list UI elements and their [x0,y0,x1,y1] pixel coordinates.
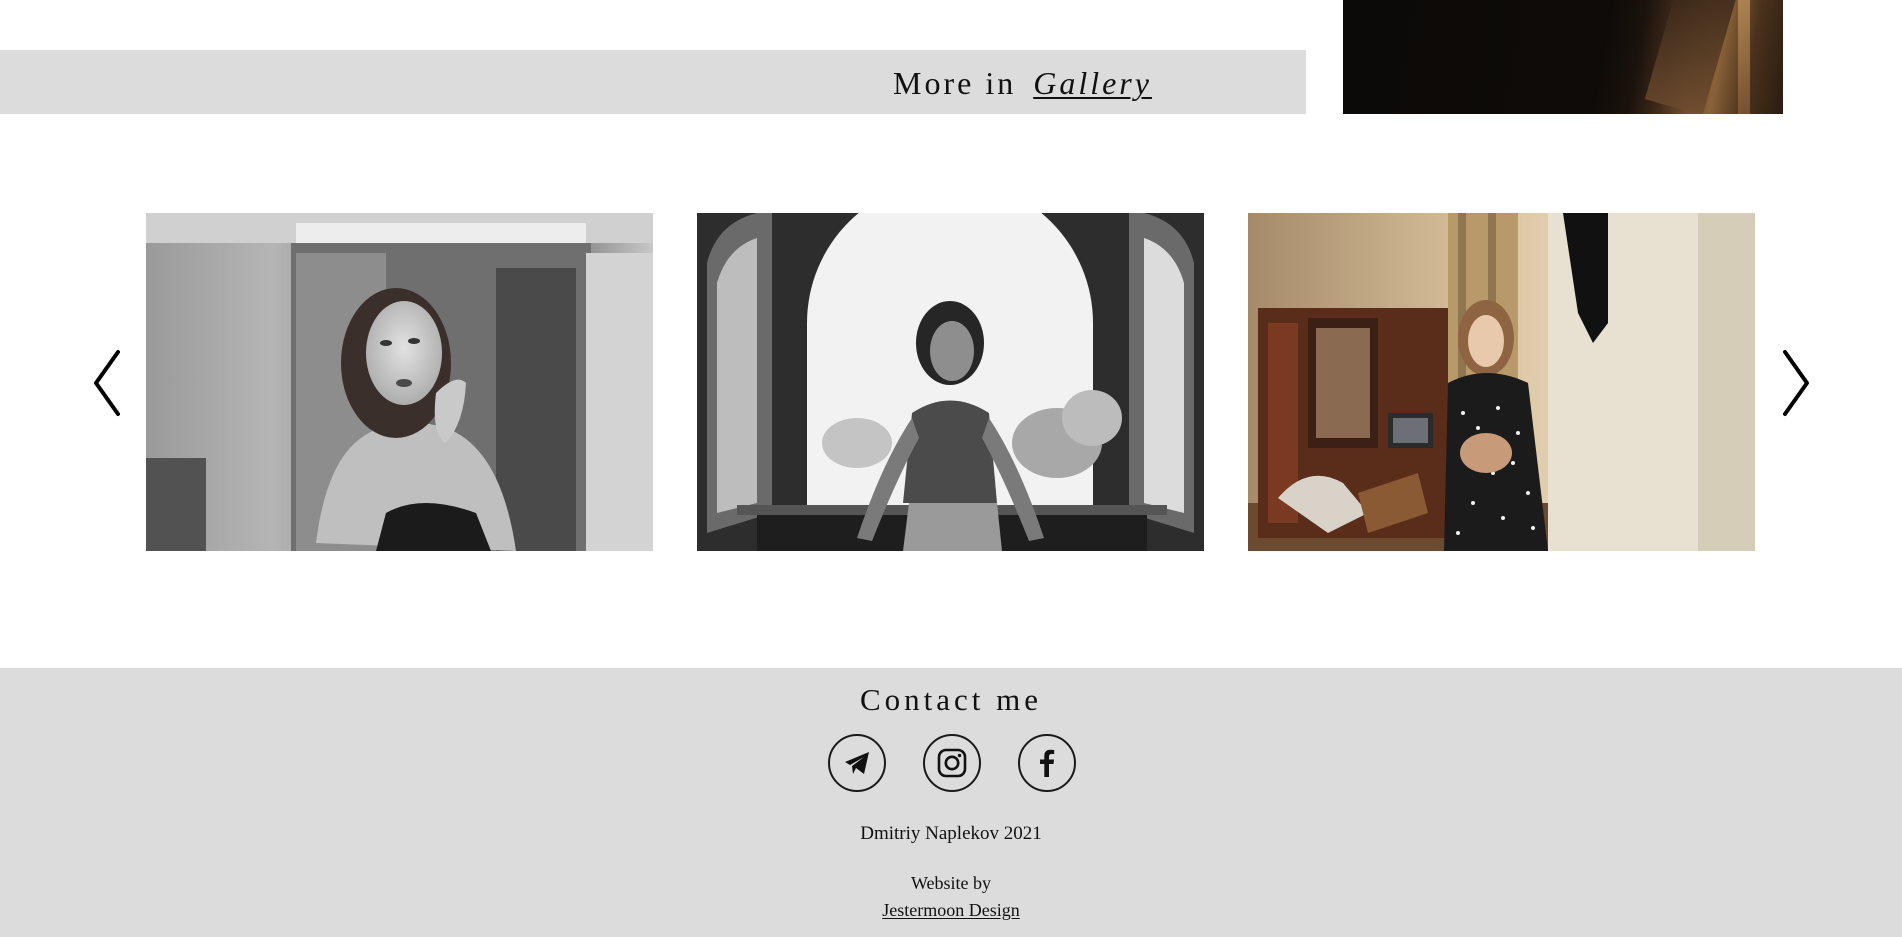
website-credit: Jestermoon Design [0,900,1902,921]
more-in-gallery-bar: More in Gallery [0,50,1306,114]
copyright-text: Dmitriy Naplekov 2021 [860,823,1042,844]
more-in-gallery-heading: More in Gallery [893,50,1152,114]
photo-room-image [1248,213,1755,551]
instagram-icon [937,748,967,778]
facebook-icon [1040,749,1055,777]
photo-window-image [697,213,1204,551]
contact-heading: Contact me [859,682,1043,717]
website-credit-label: Website by [910,873,992,893]
carousel-next-button[interactable] [1775,348,1815,418]
telegram-link[interactable] [828,734,886,792]
carousel-photo-window[interactable] [697,213,1204,551]
telegram-icon [845,752,869,774]
photo-mirror-image [146,213,653,551]
more-in-prefix: More in [893,65,1017,101]
social-links [828,734,1076,792]
chevron-right-icon [1783,350,1809,416]
carousel-prev-button[interactable] [88,348,128,418]
featured-photo-partial[interactable] [1343,0,1783,114]
gallery-link[interactable]: Gallery [1033,65,1152,101]
designer-link[interactable]: Jestermoon Design [882,900,1019,920]
carousel-photo-room[interactable] [1248,213,1755,551]
carousel-photo-mirror[interactable] [146,213,653,551]
chevron-left-icon [94,350,120,416]
page: More in Gallery Contact me Dmitriy Naple… [0,0,1902,937]
photo-carousel [0,200,1902,580]
footer: Contact me Dmitriy Naplekov 2021 Website… [0,668,1902,937]
facebook-link[interactable] [1018,734,1076,792]
instagram-link[interactable] [923,734,981,792]
